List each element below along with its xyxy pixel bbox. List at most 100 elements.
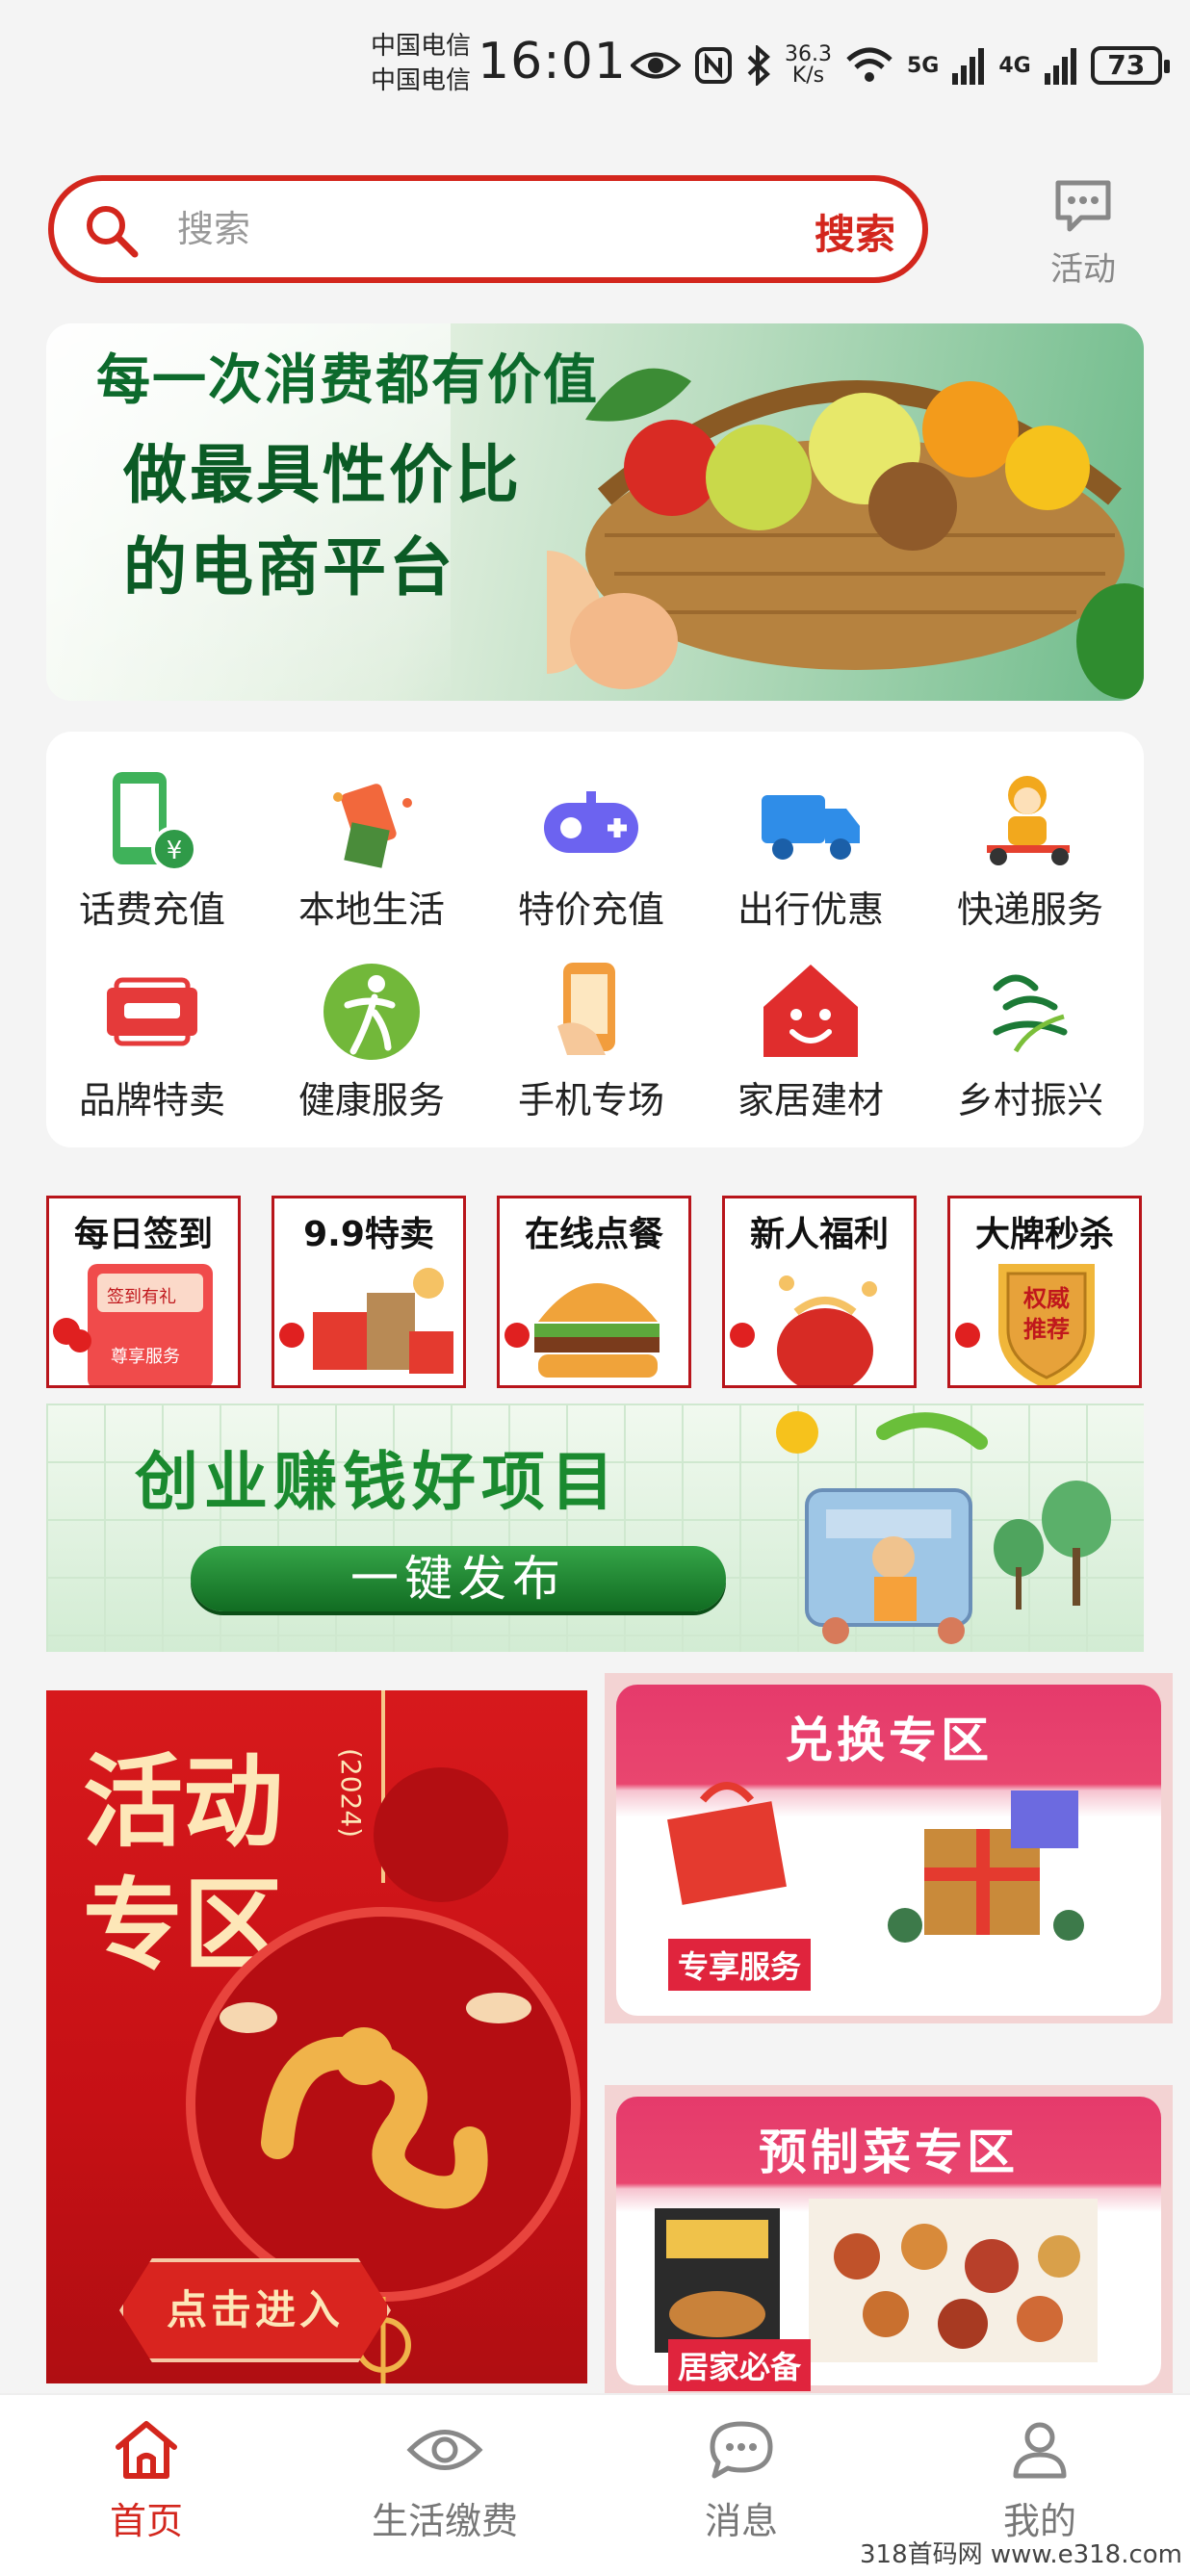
category-courier[interactable]: 快递服务 — [924, 759, 1136, 951]
gift-icon — [333, 784, 412, 868]
category-label: 本地生活 — [298, 889, 445, 931]
status-bar: 中国电信 中国电信 16:01 36.3 K/s 5G 4G 73 — [0, 0, 1190, 125]
message-bubble-icon — [710, 2421, 773, 2479]
bluetooth-icon — [747, 45, 770, 86]
tab-home[interactable]: 首页 — [50, 2418, 243, 2544]
nfc-icon — [695, 47, 732, 84]
exchange-zone-card[interactable]: 兑换专区 专享服务 — [605, 1673, 1173, 2023]
watermark: 318首码网 www.e318.com — [860, 2540, 1182, 2569]
activity-zone-card[interactable]: 活动 专区 (2024) 点击进入 — [46, 1690, 587, 2383]
category-brand-sale[interactable]: 品牌特卖 — [46, 949, 258, 1142]
category-label: 话费充值 — [78, 889, 225, 931]
activity-label: 活动 — [1050, 250, 1116, 289]
search-input[interactable] — [177, 200, 755, 258]
net-speed-unit: K/s — [791, 64, 825, 88]
badge-vip: 尊享服务 — [111, 1347, 180, 1367]
tab-label: 首页 — [109, 2500, 183, 2542]
promo-newcomer-benefit[interactable]: 新人福利 — [722, 1196, 917, 1388]
category-label: 出行优惠 — [737, 889, 884, 931]
fruit-basket-image — [547, 368, 1144, 699]
brand-tag-icon — [107, 977, 197, 1046]
carrier-info: 中国电信 中国电信 — [371, 29, 471, 98]
carrier-2: 中国电信 — [371, 66, 472, 95]
promo-9-9-sale[interactable]: 9.9特卖 — [272, 1196, 466, 1388]
category-label: 家居建材 — [737, 1079, 884, 1121]
tab-label: 消息 — [704, 2500, 778, 2542]
status-icons: 36.3 K/s 5G 4G 73 — [631, 39, 1170, 92]
user-icon — [1013, 2422, 1067, 2479]
signal-icon — [952, 48, 985, 85]
clock: 16:01 — [478, 33, 627, 90]
category-phone-recharge[interactable]: ¥ 话费充值 — [46, 759, 258, 951]
one-click-publish-button[interactable]: 一键发布 — [191, 1546, 726, 1611]
banner-slogan: 做最具性价比 的电商平台 — [123, 429, 522, 614]
category-special-recharge[interactable]: 特价充值 — [485, 759, 697, 951]
activity-button[interactable]: 活动 — [1040, 177, 1126, 290]
network-5g: 5G — [906, 53, 940, 78]
category-label: 手机专场 — [517, 1079, 664, 1121]
category-label: 乡村振兴 — [956, 1079, 1103, 1121]
prepared-food-ribbon: 居家必备 — [668, 2339, 812, 2391]
category-phone-zone[interactable]: 手机专场 — [485, 949, 697, 1142]
promo-online-order[interactable]: 在线点餐 — [497, 1196, 691, 1388]
wifi-icon — [846, 47, 892, 82]
prepared-food-zone-title: 预制菜专区 — [759, 2125, 1019, 2180]
health-icon — [323, 964, 420, 1060]
category-health[interactable]: 健康服务 — [266, 949, 478, 1142]
signal-icon — [1044, 48, 1076, 85]
suitcase-illustration — [776, 1411, 1111, 1644]
prepared-food-zone-card[interactable]: 预制菜专区 居家必备 — [605, 2085, 1173, 2393]
gamepad-icon — [544, 791, 638, 853]
promo-label: 新人福利 — [749, 1215, 889, 1254]
network-4g: 4G — [998, 53, 1031, 78]
home-icon — [116, 2421, 177, 2479]
chat-bubble-icon — [1055, 180, 1111, 232]
promo-daily-checkin[interactable]: 每日签到 签到有礼 尊享服务 — [46, 1196, 241, 1388]
exchange-zone-title: 兑换专区 — [785, 1713, 993, 1768]
badge-recommend: 推荐 — [1023, 1316, 1070, 1343]
promo-label: 大牌秒杀 — [974, 1215, 1114, 1254]
search-icon — [87, 206, 139, 258]
hero-banner[interactable]: 每一次消费都有价值 做最具性价比 的电商平台 — [46, 323, 1144, 701]
tab-life-payment[interactable]: 生活缴费 — [349, 2418, 541, 2544]
lucky-bag-icon — [730, 1275, 877, 1385]
category-local-life[interactable]: 本地生活 — [266, 759, 478, 951]
house-icon — [763, 965, 858, 1057]
badge-authority: 权威 — [1023, 1285, 1070, 1312]
promo-label: 在线点餐 — [524, 1215, 663, 1254]
banner-slogan-line-1: 做最具性价比 — [123, 438, 522, 512]
category-travel-deals[interactable]: 出行优惠 — [705, 759, 917, 951]
category-grid: ¥ 话费充值 本地生活 特价充值 出行优惠 快递服务 品牌特卖 健康服务 手机专… — [46, 732, 1144, 1147]
promo-label: 每日签到 — [73, 1215, 213, 1254]
category-home-building[interactable]: 家居建材 — [705, 949, 917, 1142]
tab-profile[interactable]: 我的 — [944, 2418, 1136, 2544]
bottom-tab-bar: 首页 生活缴费 消息 我的 318首码网 www.e318.com — [0, 2393, 1190, 2576]
gift-pile-icon — [279, 1268, 453, 1374]
prepared-food-zone-inner: 预制菜专区 居家必备 — [616, 2097, 1161, 2391]
promo-label: 9.9特卖 — [303, 1215, 434, 1254]
rural-icon — [993, 974, 1068, 1053]
svg-text:¥: ¥ — [167, 837, 183, 865]
eye-icon — [631, 52, 681, 79]
courier-icon — [987, 776, 1070, 865]
net-speed: 36.3 K/s — [785, 44, 832, 87]
exchange-ribbon: 专享服务 — [668, 1939, 812, 1991]
search-button[interactable]: 搜索 — [815, 202, 895, 261]
badge-checkin: 签到有礼 — [107, 1287, 176, 1307]
startup-banner[interactable]: 创业赚钱好项目 一键发布 — [46, 1404, 1144, 1652]
truck-icon — [762, 795, 860, 860]
enter-button[interactable]: 点击进入 — [119, 2258, 391, 2362]
promo-brand-flash-sale[interactable]: 大牌秒杀 权威 推荐 — [947, 1196, 1142, 1388]
battery-indicator: 73 — [1090, 46, 1170, 85]
tab-label: 生活缴费 — [371, 2500, 518, 2542]
banner-headline: 每一次消费都有价值 — [96, 349, 599, 412]
burger-icon — [504, 1283, 660, 1378]
category-rural-revival[interactable]: 乡村振兴 — [924, 949, 1136, 1142]
category-label: 健康服务 — [298, 1079, 445, 1121]
eye-icon — [406, 2430, 483, 2470]
search-bar[interactable]: 搜索 — [48, 175, 928, 283]
carrier-1: 中国电信 — [371, 32, 472, 61]
banner-slogan-line-2: 的电商平台 — [123, 530, 455, 605]
tab-messages[interactable]: 消息 — [645, 2418, 838, 2544]
net-speed-value: 36.3 — [785, 42, 832, 66]
